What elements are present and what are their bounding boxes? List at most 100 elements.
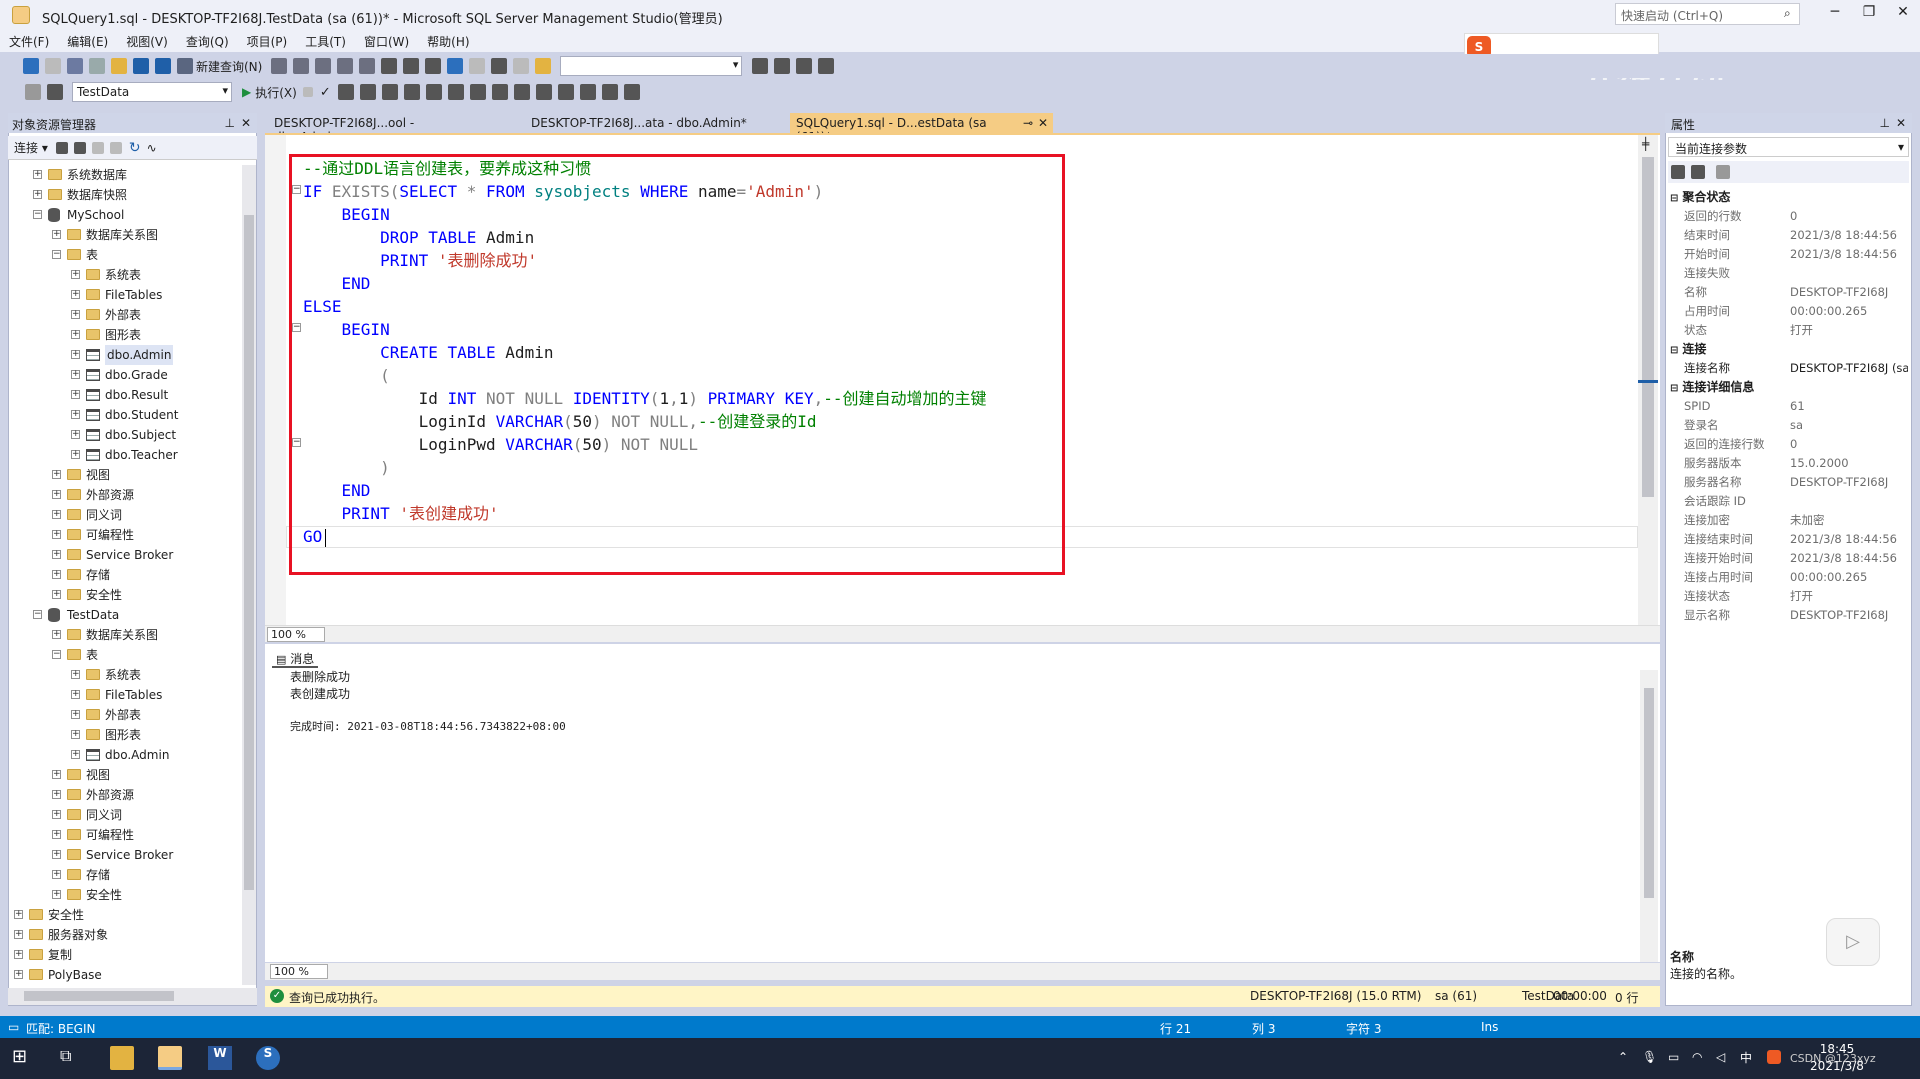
tree-node[interactable]: + 图形表 (14, 725, 244, 745)
expand-icon[interactable]: + (52, 470, 61, 479)
close-tab-icon[interactable]: ✕ (1038, 116, 1048, 130)
ssms-taskbar-icon[interactable] (158, 1046, 182, 1070)
close-panel-icon[interactable]: ✕ (241, 116, 251, 130)
tree-node[interactable]: + 数据库关系图 (14, 625, 244, 645)
copy-icon[interactable] (403, 58, 420, 74)
battery-icon[interactable]: ▭ (1668, 1050, 1679, 1064)
split-icon[interactable]: ╪ (1642, 137, 1649, 151)
expand-icon[interactable]: + (71, 410, 80, 419)
expand-icon[interactable]: + (52, 790, 61, 799)
expand-icon[interactable]: + (71, 690, 80, 699)
expand-icon[interactable]: + (52, 590, 61, 599)
save-all-icon[interactable] (155, 58, 171, 74)
indent-icon[interactable] (601, 84, 618, 100)
editor-scrollbar[interactable]: ╪ (1638, 135, 1658, 625)
file-explorer-icon[interactable] (110, 1046, 134, 1070)
tree-node[interactable]: + Service Broker (14, 845, 244, 865)
tree-node[interactable]: + 外部表 (14, 705, 244, 725)
expand-icon[interactable]: + (71, 450, 80, 459)
expand-icon[interactable]: + (71, 750, 80, 759)
expand-icon[interactable]: + (52, 770, 61, 779)
database-selector[interactable]: TestData (72, 82, 232, 102)
expand-icon[interactable]: + (71, 370, 80, 379)
tree-node[interactable]: + dbo.Teacher (14, 445, 244, 465)
uncomment-lines-icon[interactable] (557, 84, 574, 100)
editor-zoom-select[interactable]: 100 % (267, 627, 325, 642)
restore-button[interactable]: ❐ (1855, 4, 1883, 20)
clock-date[interactable]: 2021/3/8 (1800, 1059, 1874, 1073)
expand-icon[interactable]: + (71, 330, 80, 339)
tab-myschool-admin[interactable]: DESKTOP-TF2I68J...ool - dbo.Admin (268, 113, 478, 144)
minimize-button[interactable]: ─ (1821, 4, 1849, 20)
filter-icon[interactable] (109, 141, 122, 154)
property-row[interactable]: 会话跟踪 ID (1668, 492, 1910, 511)
activity-monitor-icon[interactable]: ∿ (147, 141, 157, 155)
collapse-icon[interactable]: − (33, 610, 42, 619)
windows-start-icon[interactable]: ⊞ (12, 1046, 36, 1070)
expand-icon[interactable]: + (14, 970, 23, 979)
property-row[interactable]: 服务器版本 15.0.2000 (1668, 454, 1910, 473)
property-row[interactable]: 连接状态 打开 (1668, 587, 1910, 606)
paste-icon[interactable] (425, 58, 442, 74)
property-row[interactable]: 连接失败 (1668, 264, 1910, 283)
property-pages-icon[interactable] (1716, 165, 1730, 179)
toolbox-icon[interactable] (796, 58, 813, 74)
property-row[interactable]: 连接开始时间 2021/3/8 18:44:56 (1668, 549, 1910, 568)
open-file-icon[interactable] (111, 58, 127, 74)
property-row[interactable]: 名称 DESKTOP-TF2I68J (1668, 283, 1910, 302)
expand-icon[interactable]: + (14, 910, 23, 919)
expand-icon[interactable]: + (71, 430, 80, 439)
expand-icon[interactable]: + (52, 490, 61, 499)
tree-node[interactable]: + dbo.Subject (14, 425, 244, 445)
tree-node[interactable]: + 图形表 (14, 325, 244, 345)
expand-icon[interactable]: + (52, 890, 61, 899)
properties-window-icon[interactable] (752, 58, 769, 74)
expand-icon[interactable]: + (33, 170, 42, 179)
property-row[interactable]: 服务器名称 DESKTOP-TF2I68J (1668, 473, 1910, 492)
query-options-icon[interactable] (359, 84, 376, 100)
clock-time[interactable]: 18:45 (1812, 1042, 1862, 1056)
menu-query[interactable]: 查询(Q) (177, 30, 238, 53)
tree-node[interactable]: + 存储 (14, 865, 244, 885)
tree-node[interactable]: + 外部表 (14, 305, 244, 325)
close-panel-icon[interactable]: ✕ (1896, 116, 1906, 130)
tree-node[interactable]: + 存储 (14, 565, 244, 585)
property-row[interactable]: 返回的连接行数 0 (1668, 435, 1910, 454)
redo-icon[interactable] (469, 58, 486, 74)
back-icon[interactable] (23, 58, 39, 74)
intellisense-icon[interactable] (381, 84, 398, 100)
comment-lines-icon[interactable] (535, 84, 552, 100)
expand-icon[interactable]: + (71, 310, 80, 319)
collapse-icon[interactable]: − (33, 210, 42, 219)
tree-node[interactable]: + dbo.Grade (14, 365, 244, 385)
undo-icon[interactable] (447, 58, 464, 74)
execute-button[interactable]: 执行(X) (255, 84, 297, 101)
cut-icon[interactable] (381, 58, 398, 74)
db-engine-query-icon[interactable] (271, 58, 288, 74)
property-row[interactable]: SPID 61 (1668, 397, 1910, 416)
mdx-query-icon[interactable] (315, 58, 332, 74)
client-stats-icon[interactable] (447, 84, 464, 100)
messages-tab[interactable]: ▤ 消息 (272, 648, 319, 668)
tree-node[interactable]: + 视图 (14, 465, 244, 485)
expand-icon[interactable]: + (52, 530, 61, 539)
word-icon[interactable]: W (208, 1046, 232, 1070)
expand-icon[interactable]: + (71, 270, 80, 279)
tree-node[interactable]: + FileTables (14, 685, 244, 705)
expand-icon[interactable]: + (52, 870, 61, 879)
stop-refresh-icon[interactable] (91, 141, 104, 154)
solution-config-combo[interactable] (560, 56, 743, 76)
ime-indicator[interactable]: 中 (1740, 1049, 1752, 1066)
tray-chevron-icon[interactable]: ⌃ (1618, 1050, 1628, 1064)
connect-dropdown[interactable]: 连接 ▾ (14, 139, 48, 156)
volume-icon[interactable]: ◁ (1716, 1050, 1725, 1064)
analysis-query-icon[interactable] (293, 58, 310, 74)
property-row[interactable]: 显示名称 DESKTOP-TF2I68J (1668, 606, 1910, 625)
tree-node[interactable]: + 安全性 (14, 905, 244, 925)
change-connection-icon[interactable] (47, 84, 63, 100)
tree-node[interactable]: + 可编程性 (14, 525, 244, 545)
expand-icon[interactable]: + (52, 550, 61, 559)
object-tree-hscrollbar[interactable] (8, 988, 257, 1005)
parse-icon[interactable]: ✓ (320, 85, 331, 100)
connect-server-icon[interactable] (55, 141, 68, 154)
